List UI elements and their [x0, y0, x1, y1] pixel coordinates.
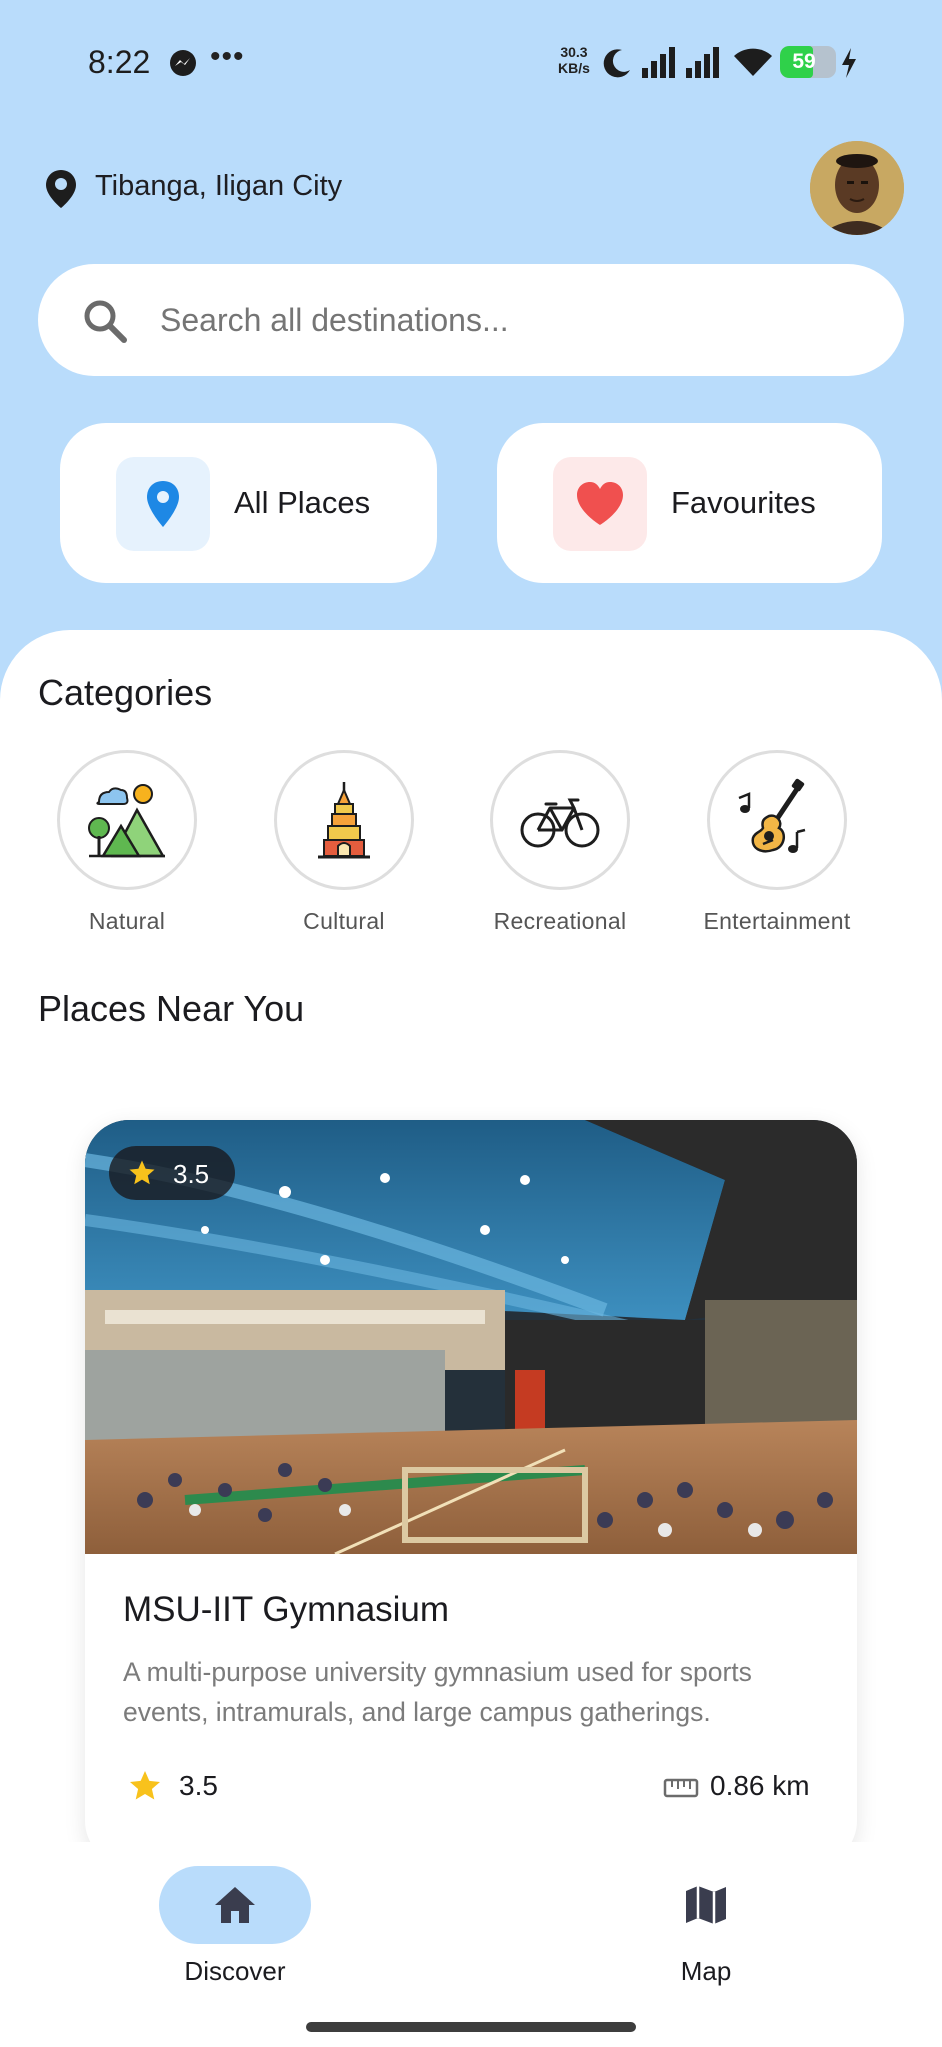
map-pin-icon	[147, 481, 179, 527]
place-card[interactable]: 3.5 MSU-IIT Gymnasium A multi-purpose un…	[85, 1120, 857, 1865]
favourites-button[interactable]: Favourites	[497, 423, 882, 583]
places-near-you-title: Places Near You	[38, 988, 305, 1029]
signal-icon	[642, 47, 675, 78]
favourites-label: Favourites	[671, 485, 816, 520]
category-circle	[274, 750, 414, 890]
bicycle-icon	[520, 798, 600, 848]
pagoda-icon	[318, 782, 370, 859]
nav-discover-pill	[159, 1866, 311, 1944]
place-distance: 0.86 km	[710, 1770, 810, 1801]
bottom-navigation: Discover Map	[0, 1842, 942, 2047]
categories-title: Categories	[38, 672, 213, 713]
place-description: A multi-purpose university gymnasium use…	[123, 1657, 752, 1727]
ruler-icon	[663, 1778, 699, 1798]
category-circle	[490, 750, 630, 890]
category-label: Entertainment	[703, 908, 851, 934]
nav-discover-label: Discover	[184, 1956, 286, 1986]
star-icon	[129, 1160, 155, 1185]
all-places-icon-box	[116, 457, 210, 551]
home-icon	[215, 1887, 255, 1923]
star-icon	[130, 1771, 160, 1800]
messenger-icon	[170, 50, 196, 76]
charging-bolt-icon	[842, 48, 856, 78]
favourites-icon-box	[553, 457, 647, 551]
guitar-music-icon	[738, 778, 806, 853]
net-speed-unit: KB/s	[558, 60, 590, 76]
search-input[interactable]	[160, 264, 860, 376]
category-circle	[707, 750, 847, 890]
more-dots-icon: •••	[210, 40, 245, 73]
location-pin-icon	[46, 170, 76, 208]
category-recreational[interactable]: Recreational	[468, 750, 652, 935]
content-sheet: Categories Natural Cultural Recreational…	[0, 630, 942, 2047]
nav-map-pill	[630, 1866, 782, 1944]
wifi-icon	[734, 48, 772, 76]
signal-icon	[686, 47, 719, 78]
avatar-image	[810, 141, 904, 235]
nav-map[interactable]: Map	[626, 1866, 786, 1987]
category-entertainment[interactable]: Entertainment	[685, 750, 869, 935]
mountain-tree-icon	[88, 784, 166, 858]
all-places-button[interactable]: All Places	[60, 423, 437, 583]
battery-icon: 59	[780, 46, 836, 78]
category-circle	[57, 750, 197, 890]
all-places-label: All Places	[234, 485, 371, 520]
status-bar: 8:22 ••• 30.3 KB/s 59	[0, 0, 942, 120]
gesture-handle[interactable]	[306, 2022, 636, 2032]
nav-discover[interactable]: Discover	[155, 1866, 315, 1987]
network-speed: 30.3 KB/s	[558, 44, 590, 76]
photo-rating-value: 3.5	[173, 1159, 210, 1189]
category-label: Natural	[88, 908, 166, 934]
photo-rating-badge: 3.5	[109, 1146, 235, 1200]
category-label: Cultural	[303, 908, 385, 934]
moon-icon	[603, 49, 630, 78]
search-bar[interactable]	[38, 264, 904, 376]
place-rating: 3.5	[179, 1770, 218, 1801]
net-speed-value: 30.3	[560, 44, 588, 60]
current-location[interactable]: Tibanga, Iligan City	[95, 170, 342, 203]
search-icon	[84, 300, 127, 343]
place-title: MSU-IIT Gymnasium	[123, 1590, 450, 1629]
map-icon	[686, 1886, 726, 1924]
battery-level: 59	[792, 50, 816, 73]
user-avatar[interactable]	[810, 141, 904, 235]
status-time: 8:22	[88, 44, 151, 80]
heart-icon	[577, 482, 623, 525]
category-label: Recreational	[493, 908, 627, 934]
category-natural[interactable]: Natural	[35, 750, 219, 935]
nav-map-label: Map	[680, 1956, 732, 1986]
category-cultural[interactable]: Cultural	[252, 750, 436, 935]
